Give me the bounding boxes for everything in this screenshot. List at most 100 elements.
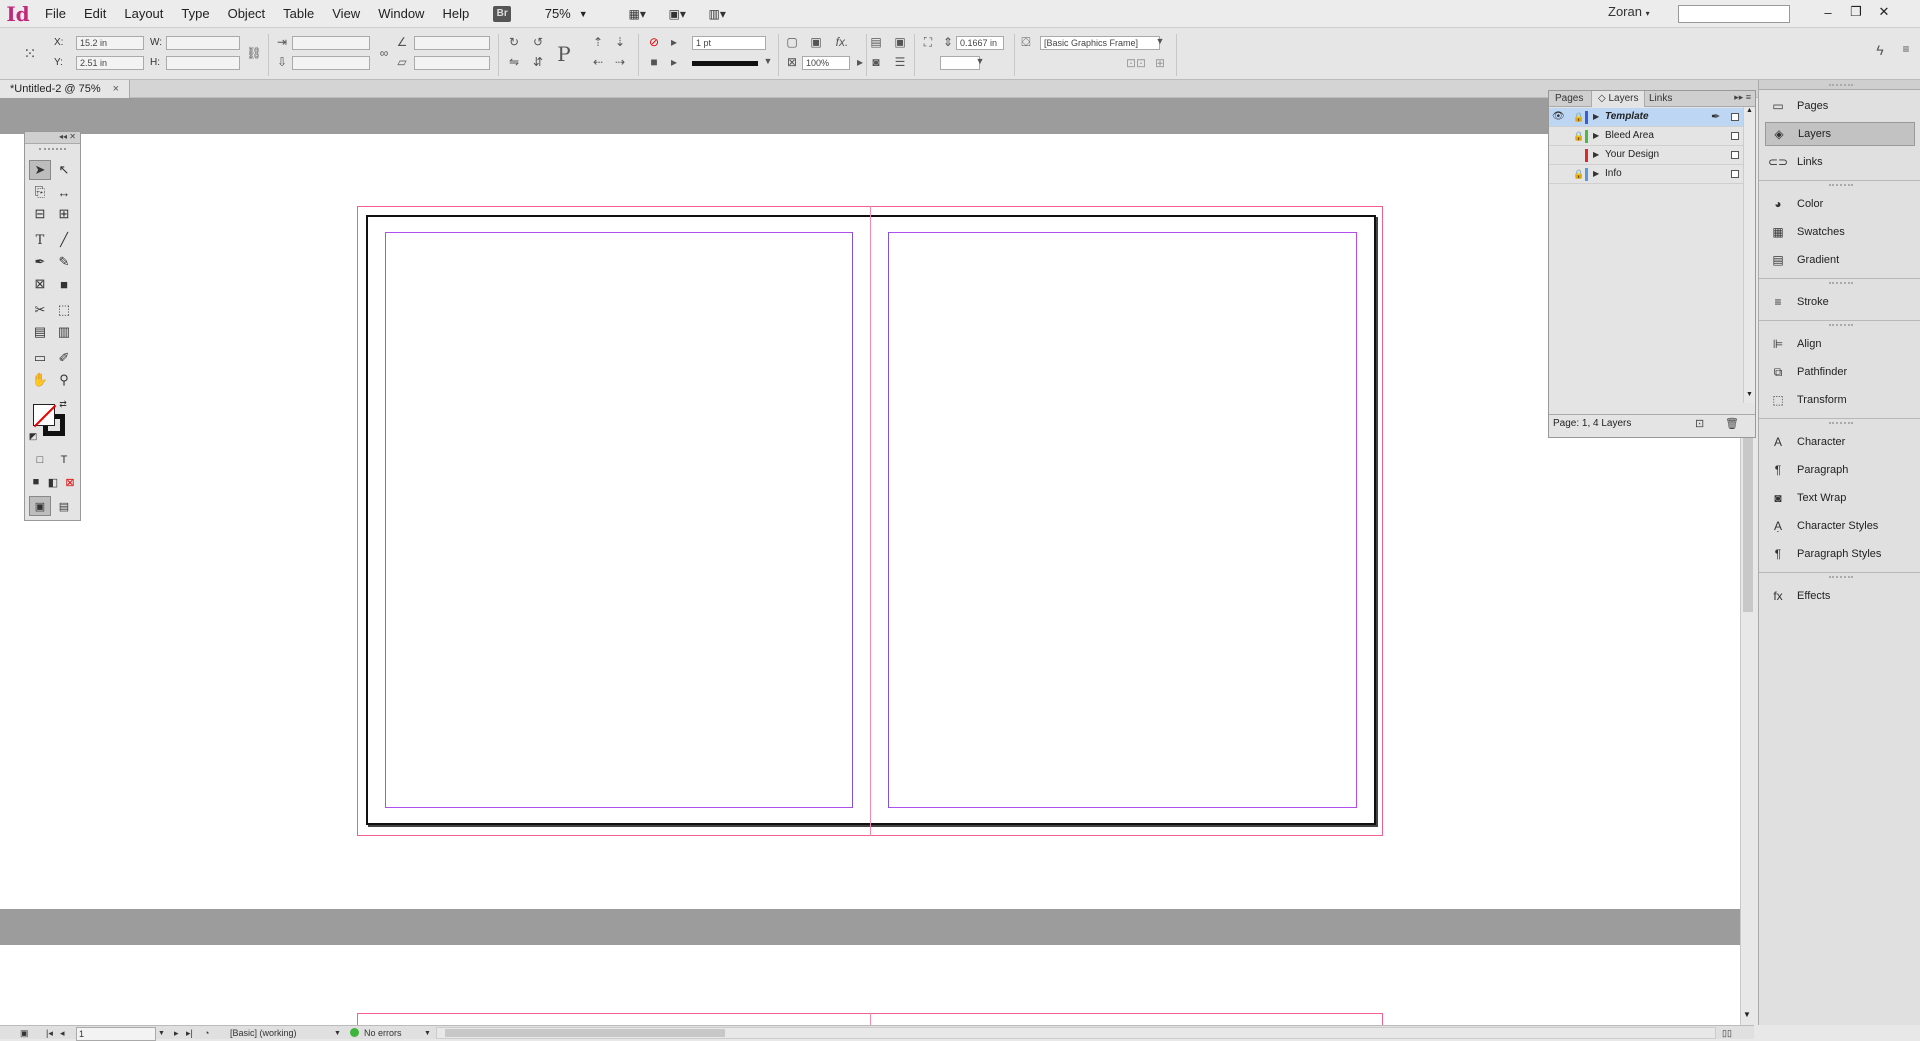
flip-horizontal-icon[interactable]: ⇋ <box>506 55 522 69</box>
apply-none-icon[interactable]: ⊠ <box>59 472 81 492</box>
close-window-button[interactable]: ✕ <box>1872 2 1896 22</box>
direct-selection-tool-icon[interactable]: ↖ <box>53 160 75 180</box>
zoom-level-select[interactable]: 75%▼ <box>536 4 596 24</box>
restore-button[interactable]: ❐ <box>1844 2 1868 22</box>
dock-item-text-wrap[interactable]: ◙Text Wrap <box>1765 486 1915 510</box>
frame-fitting-icon[interactable]: ⛶ <box>920 35 936 50</box>
new-layer-icon[interactable]: ⊡ <box>1695 415 1704 433</box>
select-previous-icon[interactable]: ⇠ <box>590 55 606 69</box>
stroke-swatch-icon[interactable]: ■ <box>646 55 662 69</box>
swap-fill-stroke-icon[interactable]: ⇄ <box>57 398 69 410</box>
layer-row[interactable]: 🔒▶Bleed Area <box>1549 127 1743 146</box>
expand-triangle-icon[interactable]: ▶ <box>1593 165 1599 183</box>
select-content-icon[interactable]: ⇣ <box>612 35 628 49</box>
selection-square-icon[interactable] <box>1731 170 1739 178</box>
lock-icon[interactable]: 🔒 <box>1573 108 1584 126</box>
split-view-icon[interactable]: ▯▯ <box>1722 1027 1732 1039</box>
formatting-text-icon[interactable]: T <box>53 450 75 470</box>
search-input[interactable] <box>1678 5 1790 23</box>
spread-canvas[interactable] <box>0 134 1740 909</box>
horizontal-scroll-thumb[interactable] <box>445 1029 725 1037</box>
layer-name[interactable]: Your Design <box>1605 146 1659 164</box>
view-toggle-icon[interactable]: ▣ <box>20 1027 29 1039</box>
menu-file[interactable]: File <box>36 0 75 28</box>
toolbox-grip[interactable] <box>39 144 66 150</box>
selection-square-icon[interactable] <box>1731 132 1739 140</box>
dock-group-grip[interactable] <box>1829 282 1853 285</box>
pen-tool-icon[interactable]: ✒ <box>29 252 51 272</box>
free-transform-tool-icon[interactable]: ⬚ <box>53 300 75 320</box>
dock-item-character-styles[interactable]: ẠCharacter Styles <box>1765 514 1915 538</box>
fill-swatch[interactable] <box>33 404 55 426</box>
rectangle-frame-tool-icon[interactable]: ⊠ <box>29 274 51 294</box>
fill-dropdown-icon[interactable]: ▸ <box>666 35 682 49</box>
menu-table[interactable]: Table <box>274 0 323 28</box>
fill-swatch-icon[interactable]: ⊘ <box>646 35 662 49</box>
normal-view-icon[interactable]: ▣ <box>29 496 51 516</box>
drop-shadow-icon[interactable]: ▢ <box>784 35 800 49</box>
y-position-field[interactable]: 2.51 in <box>76 56 144 70</box>
flip-vertical-icon[interactable]: ⇵ <box>530 55 546 69</box>
rotation-field[interactable] <box>414 36 490 50</box>
dock-item-character[interactable]: ACharacter <box>1765 430 1915 454</box>
x-position-field[interactable]: 15.2 in <box>76 36 144 50</box>
menu-view[interactable]: View <box>323 0 369 28</box>
fx-icon[interactable]: fx. <box>834 35 850 49</box>
expand-triangle-icon[interactable]: ▶ <box>1593 146 1599 164</box>
dock-item-effects[interactable]: fxEffects <box>1765 584 1915 608</box>
tab-pages[interactable]: Pages <box>1549 91 1589 107</box>
visibility-eye-icon[interactable]: 👁 <box>1552 108 1564 126</box>
menu-type[interactable]: Type <box>172 0 218 28</box>
arrange-documents-icon[interactable]: ▥▾ <box>702 4 732 24</box>
dock-item-pathfinder[interactable]: ⧉Pathfinder <box>1765 360 1915 384</box>
user-account[interactable]: Zoran ▾ <box>1608 4 1650 19</box>
toolbox-header[interactable]: ◂◂ ✕ <box>25 132 80 144</box>
dock-group-grip[interactable] <box>1829 324 1853 327</box>
menu-object[interactable]: Object <box>219 0 275 28</box>
page-options-icon[interactable]: ◔ <box>204 1027 209 1039</box>
text-wrap-shape-icon[interactable]: ◙ <box>868 55 884 69</box>
shear-field[interactable] <box>414 56 490 70</box>
scissors-tool-icon[interactable]: ✂ <box>29 300 51 320</box>
select-container-icon[interactable]: ⇡ <box>590 35 606 49</box>
constrain-proportions-icon[interactable]: ⛓ <box>246 46 262 60</box>
layer-name[interactable]: Info <box>1605 165 1622 183</box>
gradient-swatch-tool-icon[interactable]: ▤ <box>29 322 51 342</box>
close-tab-icon[interactable]: × <box>113 83 119 95</box>
scroll-up-icon[interactable]: ▲ <box>1746 107 1753 114</box>
dock-group-grip[interactable] <box>1829 422 1853 425</box>
dock-item-paragraph[interactable]: ¶Paragraph <box>1765 458 1915 482</box>
menu-help[interactable]: Help <box>433 0 478 28</box>
dock-item-links[interactable]: ⊂⊃Links <box>1765 150 1915 174</box>
next-spread-canvas[interactable] <box>0 945 1740 1025</box>
layer-name[interactable]: Bleed Area <box>1605 127 1654 145</box>
panel-menu-icon[interactable]: ▸▸ ≡ <box>1734 92 1751 103</box>
layer-row[interactable]: 👁🔒▶Template✒ <box>1549 108 1743 127</box>
dock-item-gradient[interactable]: ▤Gradient <box>1765 248 1915 272</box>
gap-tool-icon[interactable]: ↔ <box>53 182 75 202</box>
scale-x-field[interactable] <box>292 36 370 50</box>
menu-layout[interactable]: Layout <box>115 0 172 28</box>
content-placer-icon[interactable]: ⊞ <box>53 204 75 224</box>
tab-links[interactable]: Links <box>1643 91 1678 107</box>
scroll-down-icon[interactable]: ▼ <box>1743 1010 1751 1019</box>
document-tab[interactable]: *Untitled-2 @ 75%× <box>0 80 130 98</box>
stroke-type-preview[interactable] <box>692 61 758 66</box>
text-wrap-jump-icon[interactable]: ☰ <box>892 55 908 69</box>
lock-icon[interactable]: 🔒 <box>1573 165 1584 183</box>
dock-group-grip[interactable] <box>1829 576 1853 579</box>
content-collector-icon[interactable]: ⊟ <box>29 204 51 224</box>
note-tool-icon[interactable]: ▭ <box>29 348 51 368</box>
next-page-icon[interactable]: ▸ <box>174 1027 179 1039</box>
opacity-field[interactable]: 100% <box>802 56 850 70</box>
chevron-down-icon[interactable]: ▼ <box>1152 36 1168 46</box>
page-tool-icon[interactable]: ⎘ <box>29 182 51 202</box>
width-field[interactable] <box>166 36 240 50</box>
line-tool-icon[interactable]: ╱ <box>53 230 75 250</box>
menu-window[interactable]: Window <box>369 0 433 28</box>
chevron-down-icon[interactable]: ▼ <box>760 56 776 66</box>
chevron-down-icon[interactable]: ▼ <box>334 1028 341 1040</box>
first-page-icon[interactable]: |◂ <box>46 1027 53 1039</box>
height-field[interactable] <box>166 56 240 70</box>
chevron-down-icon[interactable]: ▼ <box>158 1028 165 1040</box>
